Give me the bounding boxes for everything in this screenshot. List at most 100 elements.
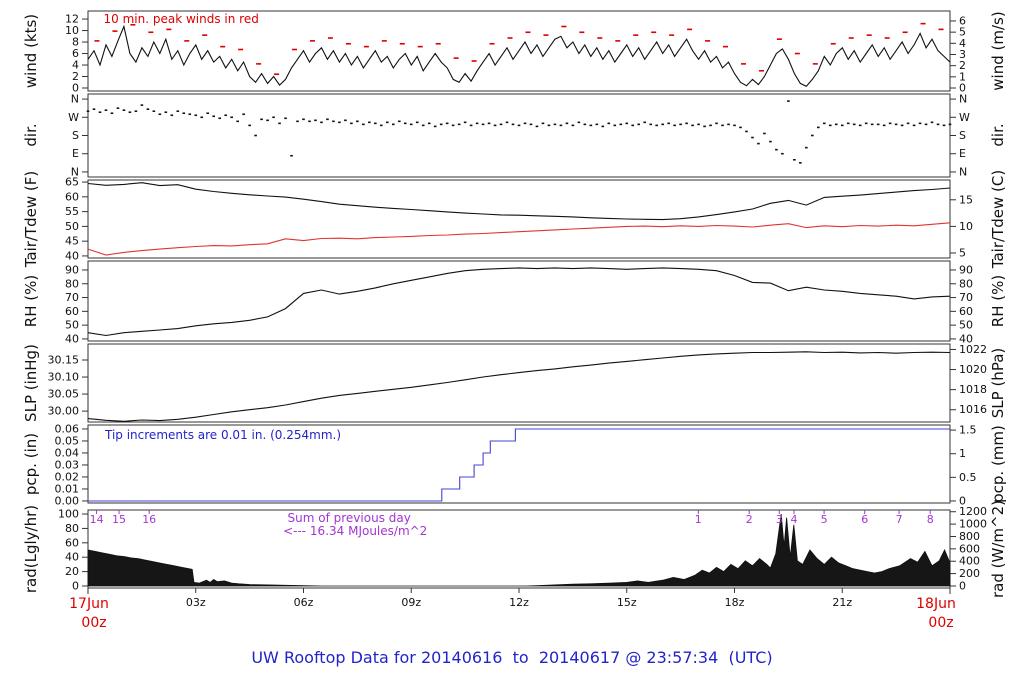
x-tick-label: 09z (401, 596, 422, 609)
svg-text:4: 4 (959, 37, 966, 50)
svg-text:0.03: 0.03 (55, 458, 80, 471)
svg-text:40: 40 (65, 551, 79, 564)
y-axis-label-left-temp: Tair/Tdew (F) (22, 170, 40, 268)
y-ticks-left-wind: 024681012 (65, 13, 88, 95)
svg-text:4: 4 (72, 59, 79, 72)
svg-text:6: 6 (959, 14, 966, 27)
svg-text:45: 45 (65, 235, 79, 248)
chart-title: UW Rooftop Data for 20140616 to 20140617… (251, 648, 773, 667)
y-ticks-right-slp: 1016 1018 1020 1022 (950, 343, 987, 416)
svg-text:100: 100 (58, 508, 79, 521)
svg-text:0.01: 0.01 (55, 482, 80, 495)
svg-text:70: 70 (65, 291, 79, 304)
y-ticks-right-rad: 020040060080010001200 (950, 505, 987, 592)
svg-text:80: 80 (959, 277, 973, 290)
y-ticks-left-rad: 02040 6080100 (58, 508, 88, 592)
wind-direction-chart: NWSENNWSEN (68, 93, 970, 179)
svg-text:8: 8 (927, 513, 934, 526)
y-ticks-right-wind: 0123456 (950, 14, 966, 95)
svg-text:0.5: 0.5 (959, 471, 977, 484)
y-axis-label-right-slp: SLP (hPa) (989, 347, 1007, 419)
y-axis-label-right-pcp: pcp. (mm) (989, 425, 1007, 503)
svg-text:S: S (72, 129, 79, 142)
svg-text:10: 10 (65, 24, 79, 37)
svg-text:0.02: 0.02 (55, 470, 80, 483)
svg-text:1022: 1022 (959, 343, 987, 356)
y-ticks-right-dir: NWSEN (950, 93, 970, 178)
svg-text:E: E (72, 147, 79, 160)
svg-text:1: 1 (959, 447, 966, 460)
solar-radiation-chart: 020406080100020040060080010001200Sum of … (58, 505, 987, 592)
x-tick-label: 12z (509, 596, 529, 609)
y-ticks-left-temp: 404550556065 (65, 176, 88, 262)
svg-text:6: 6 (861, 513, 868, 526)
svg-text:10: 10 (959, 220, 973, 233)
svg-text:3: 3 (959, 48, 966, 61)
svg-text:W: W (68, 111, 79, 124)
svg-text:40: 40 (65, 332, 79, 345)
svg-text:15: 15 (112, 513, 126, 526)
sea-level-pressure-chart: 30.00 30.05 30.10 30.15 1016 1018 1020 1022 (48, 343, 987, 423)
svg-text:600: 600 (959, 542, 980, 555)
y-ticks-right-temp: 5 10 15 (950, 193, 973, 259)
x-axis-start-hour: 00z (81, 615, 107, 631)
svg-text:5: 5 (959, 246, 966, 259)
svg-text:1000: 1000 (959, 518, 987, 531)
wind-annotation-0: 10 min. peak winds in red (104, 12, 259, 26)
y-axis-label-left-wind: wind (kts) (22, 13, 40, 89)
x-tick-label: 15z (616, 596, 637, 609)
svg-text:50: 50 (65, 220, 79, 233)
y-axis-label-left-rad: rad(Lgly/hr) (22, 504, 40, 594)
svg-text:0.00: 0.00 (55, 494, 80, 507)
y-axis-label-left-dir: dir. (22, 123, 40, 147)
svg-text:0: 0 (72, 579, 79, 592)
svg-text:16: 16 (142, 513, 156, 526)
svg-text:N: N (959, 93, 967, 106)
svg-text:70: 70 (959, 291, 973, 304)
svg-text:W: W (959, 111, 970, 124)
svg-text:20: 20 (65, 565, 79, 578)
y-axis-label-right-dir: dir. (989, 123, 1007, 147)
svg-text:0.05: 0.05 (55, 434, 80, 447)
rad-annotation-1: <--- 16.34 MJoules/m^2 (283, 524, 427, 538)
svg-text:14: 14 (90, 513, 104, 526)
svg-text:30.15: 30.15 (48, 354, 80, 367)
svg-text:80: 80 (65, 522, 79, 535)
wind-chart: 024681012 0123456 10 min. peak winds in re… (65, 10, 966, 95)
x-tick-label: 06z (293, 596, 314, 609)
y-ticks-right-pcp: 00.511.5 (950, 424, 977, 507)
y-ticks-right-rh: 405060708090 (950, 263, 973, 345)
x-tick-label: 03z (185, 596, 206, 609)
svg-text:E: E (959, 147, 966, 160)
svg-text:15: 15 (959, 193, 973, 206)
relative-humidity-chart: 405060708090405060708090 (65, 260, 973, 345)
svg-text:0.06: 0.06 (55, 422, 80, 435)
x-tick-label: 18z (724, 596, 745, 609)
y-axis-label-right-rh: RH (%) (989, 274, 1007, 328)
svg-text:0.04: 0.04 (55, 446, 80, 459)
svg-text:65: 65 (65, 176, 79, 189)
y-axis-label-left-rh: RH (%) (22, 274, 40, 328)
svg-text:200: 200 (959, 567, 980, 580)
svg-text:6: 6 (72, 47, 79, 60)
svg-text:90: 90 (65, 263, 79, 276)
svg-text:1200: 1200 (959, 505, 987, 518)
y-ticks-left-pcp: 0.000.010.020.030.040.050.06 (55, 422, 88, 507)
x-axis-start-date: 17Jun (69, 596, 109, 612)
svg-text:2: 2 (746, 513, 753, 526)
svg-text:1020: 1020 (959, 363, 987, 376)
svg-text:N: N (71, 93, 79, 106)
pcp-annotation-0: Tip increments are 0.01 in. (0.254mm.) (104, 428, 341, 442)
x-tick-label: 21z (832, 596, 853, 609)
precipitation-chart: 0.000.010.020.030.040.050.0600.511.5Tip … (55, 422, 977, 507)
svg-text:60: 60 (65, 536, 79, 549)
y-axis-label-left-slp: SLP (inHg) (22, 344, 40, 422)
y-ticks-left-slp: 30.00 30.05 30.10 30.15 (48, 354, 88, 418)
x-axis-end-date: 18Jun (916, 596, 956, 612)
svg-text:S: S (959, 129, 966, 142)
svg-text:800: 800 (959, 530, 980, 543)
svg-text:0: 0 (959, 579, 966, 592)
y-axis-label-right-temp: Tair/Tdew (C) (989, 169, 1007, 269)
svg-text:80: 80 (65, 277, 79, 290)
svg-text:1016: 1016 (959, 403, 987, 416)
